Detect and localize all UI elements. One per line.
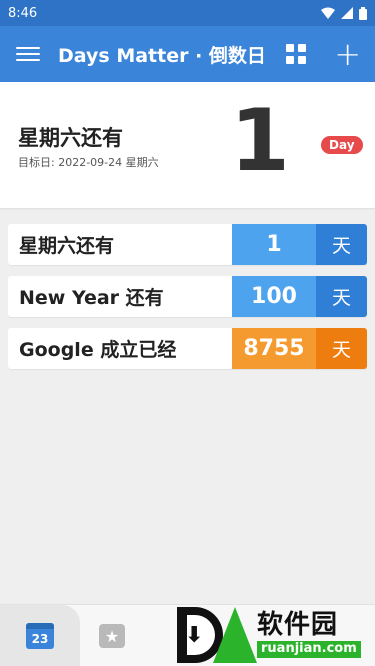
status-bar: 8:46 — [0, 0, 375, 26]
watermark-domain: ruanjian.com — [257, 641, 361, 658]
battery-icon — [359, 6, 367, 20]
watermark-text: 软件园 ruanjian.com — [257, 610, 361, 658]
day-badge: Day — [321, 136, 363, 154]
bottom-nav: 23 ★ ⬇ 软件园 ruanjian.com — [0, 604, 375, 666]
wifi-icon — [321, 7, 335, 19]
signal-icon — [341, 7, 353, 19]
event-unit: 天 — [316, 328, 367, 369]
event-unit: 天 — [316, 276, 367, 317]
featured-event-card[interactable]: 星期六还有 目标日: 2022-09-24 星期六 1 Day — [0, 82, 375, 208]
tab-calendar[interactable]: 23 — [0, 605, 80, 666]
add-icon[interactable]: + — [334, 38, 361, 70]
featured-event-days: 1 — [230, 91, 290, 191]
menu-icon[interactable] — [16, 42, 40, 66]
watermark-logo: ⬇ 软件园 ruanjian.com — [175, 604, 375, 666]
watermark-cn: 软件园 — [257, 610, 339, 641]
grid-view-icon[interactable] — [286, 44, 307, 64]
event-label: Google 成立已经 — [19, 339, 177, 361]
event-list: 星期六还有 1 天 New Year 还有 100 天 Google 成立已经 … — [0, 208, 375, 369]
event-label: 星期六还有 — [19, 235, 115, 257]
app-title: Days Matter · 倒数日 — [58, 44, 266, 67]
star-icon: ★ — [99, 624, 125, 648]
event-days: 100 — [232, 276, 316, 317]
status-time: 8:46 — [8, 5, 38, 21]
event-row[interactable]: New Year 还有 100 天 — [8, 276, 367, 317]
event-days: 8755 — [232, 328, 316, 369]
download-arrow-icon: ⬇ — [185, 623, 204, 648]
app-bar: Days Matter · 倒数日 + — [0, 26, 375, 82]
status-icons — [321, 6, 367, 20]
event-row[interactable]: 星期六还有 1 天 — [8, 224, 367, 265]
event-days: 1 — [232, 224, 316, 265]
watermark-da-logo: ⬇ — [175, 605, 257, 665]
event-label: New Year 还有 — [19, 287, 164, 309]
featured-event-target-date: 目标日: 2022-09-24 星期六 — [18, 156, 159, 169]
tab-favorites[interactable]: ★ — [88, 605, 136, 666]
featured-event-title: 星期六还有 — [18, 126, 123, 150]
event-row[interactable]: Google 成立已经 8755 天 — [8, 328, 367, 369]
event-unit: 天 — [316, 224, 367, 265]
calendar-icon: 23 — [26, 623, 54, 649]
